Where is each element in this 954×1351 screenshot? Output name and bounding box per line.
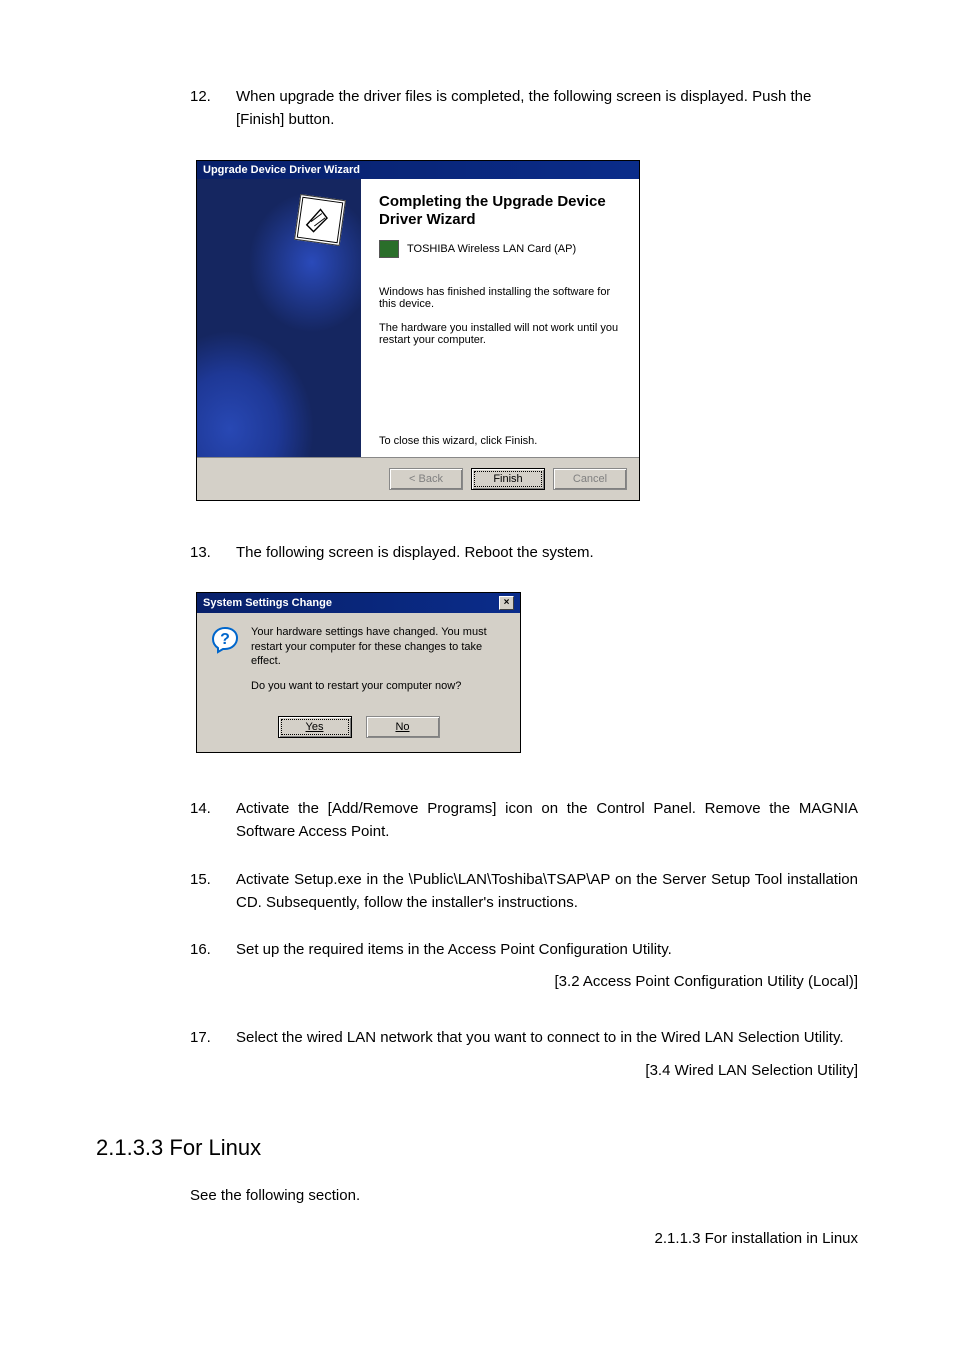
network-card-icon [379, 240, 399, 258]
wizard-button-row: < Back Finish Cancel [197, 457, 639, 500]
step-number: 14. [190, 800, 236, 817]
no-button[interactable]: No [366, 716, 440, 738]
back-button: < Back [389, 468, 463, 490]
question-icon: ? [209, 625, 241, 657]
step-text: Activate the [Add/Remove Programs] icon … [236, 797, 858, 844]
step-text: Activate Setup.exe in the \Public\LAN\To… [236, 868, 858, 915]
wizard-sidebar-graphic [197, 179, 361, 457]
section-body: See the following section. [96, 1187, 858, 1204]
system-settings-change-dialog: System Settings Change × ? Your hardware… [196, 592, 521, 753]
step-text: When upgrade the driver files is complet… [236, 85, 858, 132]
wizard-heading: Completing the Upgrade Device Driver Wiz… [379, 193, 621, 231]
section-heading: 2.1.3.3 For Linux [96, 1135, 858, 1161]
cross-reference: 2.1.1.3 For installation in Linux [96, 1230, 858, 1247]
wizard-device-icon [294, 194, 346, 246]
step-number: 16. [190, 941, 236, 958]
msgbox-text: Your hardware settings have changed. You… [251, 625, 508, 670]
msgbox-title: System Settings Change [203, 597, 332, 609]
cross-reference: [3.4 Wired LAN Selection Utility] [96, 1062, 858, 1079]
wizard-body-text: The hardware you installed will not work… [379, 322, 621, 346]
step-number: 12. [190, 88, 236, 105]
wizard-close-hint: To close this wizard, click Finish. [379, 435, 537, 447]
step-text: The following screen is displayed. Reboo… [236, 541, 594, 564]
cross-reference: [3.2 Access Point Configuration Utility … [96, 973, 858, 990]
cancel-button: Cancel [553, 468, 627, 490]
step-number: 17. [190, 1029, 236, 1046]
wizard-body-text: Windows has finished installing the soft… [379, 286, 621, 310]
yes-button[interactable]: Yes [278, 716, 352, 738]
svg-text:?: ? [220, 631, 230, 648]
step-number: 13. [190, 544, 236, 561]
step-number: 15. [190, 871, 236, 888]
wizard-titlebar: Upgrade Device Driver Wizard [197, 161, 639, 179]
upgrade-wizard-dialog: Upgrade Device Driver Wizard Completing … [196, 160, 640, 501]
finish-button[interactable]: Finish [471, 468, 545, 490]
step-text: Select the wired LAN network that you wa… [236, 1026, 844, 1049]
close-icon[interactable]: × [499, 596, 514, 610]
step-text: Set up the required items in the Access … [236, 938, 672, 961]
msgbox-text: Do you want to restart your computer now… [251, 679, 508, 694]
wizard-device-name: TOSHIBA Wireless LAN Card (AP) [407, 243, 576, 255]
